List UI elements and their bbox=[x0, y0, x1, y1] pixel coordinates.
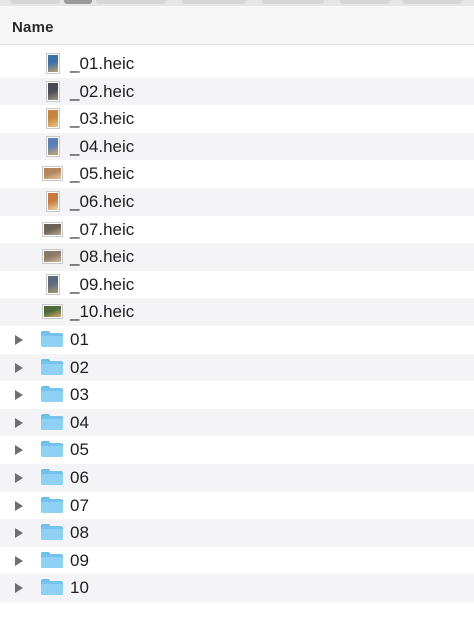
folder-row[interactable]: 05 bbox=[0, 436, 474, 464]
folder-row[interactable]: 03 bbox=[0, 381, 474, 409]
file-row[interactable]: _09.heic bbox=[0, 271, 474, 299]
folder-row[interactable]: 08 bbox=[0, 519, 474, 547]
folder-icon bbox=[41, 468, 63, 485]
folder-icon bbox=[41, 496, 63, 513]
thumbnail-image bbox=[48, 192, 58, 210]
image-thumbnail-icon bbox=[46, 53, 60, 74]
file-name: _06.heic bbox=[70, 191, 135, 211]
file-row[interactable]: _08.heic bbox=[0, 243, 474, 271]
folder-name: 05 bbox=[70, 440, 89, 460]
folder-icon bbox=[41, 386, 63, 403]
image-thumbnail-icon bbox=[42, 221, 63, 237]
folder-row[interactable]: 09 bbox=[0, 547, 474, 575]
disclosure-triangle-icon[interactable] bbox=[15, 445, 23, 456]
disclosure-triangle-icon[interactable] bbox=[15, 583, 23, 594]
image-thumbnail-icon bbox=[42, 166, 63, 182]
image-thumbnail-icon bbox=[46, 80, 60, 102]
folder-icon bbox=[41, 330, 63, 347]
image-thumbnail-icon bbox=[46, 190, 60, 212]
file-row[interactable]: _06.heic bbox=[0, 187, 474, 216]
name-column-header[interactable]: Name bbox=[12, 19, 54, 36]
toolbar-button[interactable] bbox=[10, 0, 60, 4]
file-row[interactable]: _04.heic bbox=[0, 132, 474, 161]
empty-row bbox=[0, 602, 474, 629]
folder-row[interactable]: 02 bbox=[0, 353, 474, 382]
folder-name: 04 bbox=[70, 412, 89, 432]
folder-icon bbox=[41, 524, 63, 541]
disclosure-triangle-icon[interactable] bbox=[15, 362, 23, 373]
file-name: _05.heic bbox=[70, 164, 135, 184]
folder-icon bbox=[41, 441, 63, 458]
thumbnail-image bbox=[44, 168, 61, 180]
file-row[interactable]: _10.heic bbox=[0, 298, 474, 326]
folder-name: 10 bbox=[70, 578, 89, 598]
toolbar-button[interactable] bbox=[182, 0, 246, 4]
image-thumbnail-icon bbox=[42, 249, 63, 265]
folder-icon bbox=[41, 551, 63, 568]
folder-row[interactable]: 10 bbox=[0, 574, 474, 602]
disclosure-triangle-icon[interactable] bbox=[15, 334, 23, 345]
thumbnail-image bbox=[48, 82, 58, 100]
thumbnail-image bbox=[48, 55, 58, 72]
folder-icon bbox=[41, 579, 63, 596]
file-name: _01.heic bbox=[70, 54, 135, 73]
thumbnail-image bbox=[48, 137, 58, 155]
file-row[interactable]: _03.heic bbox=[0, 105, 474, 133]
folder-row[interactable]: 07 bbox=[0, 492, 474, 520]
folder-row[interactable]: 01 bbox=[0, 326, 474, 354]
toolbar-button[interactable] bbox=[402, 0, 462, 4]
folder-row[interactable]: 04 bbox=[0, 408, 474, 437]
file-name: _04.heic bbox=[70, 136, 135, 156]
toolbar-button[interactable] bbox=[340, 0, 390, 4]
file-name: _08.heic bbox=[70, 247, 135, 267]
disclosure-triangle-icon[interactable] bbox=[15, 500, 23, 511]
folder-name: 01 bbox=[70, 329, 89, 349]
folder-icon bbox=[41, 358, 63, 375]
folder-name: 06 bbox=[70, 467, 89, 487]
file-row[interactable]: _01.heic bbox=[0, 50, 474, 78]
toolbar-button-active[interactable] bbox=[64, 0, 92, 4]
folder-name: 07 bbox=[70, 495, 89, 515]
thumbnail-image bbox=[48, 275, 58, 293]
toolbar-button[interactable] bbox=[262, 0, 324, 4]
file-name: _10.heic bbox=[70, 302, 135, 322]
file-name: _03.heic bbox=[70, 109, 135, 129]
file-name: _02.heic bbox=[70, 81, 135, 101]
thumbnail-image bbox=[44, 223, 61, 235]
disclosure-triangle-icon[interactable] bbox=[15, 472, 23, 483]
folder-name: 02 bbox=[70, 357, 89, 377]
folder-row[interactable]: 06 bbox=[0, 463, 474, 492]
thumbnail-image bbox=[48, 110, 58, 128]
folder-icon bbox=[41, 413, 63, 430]
disclosure-triangle-icon[interactable] bbox=[15, 390, 23, 401]
image-thumbnail-icon bbox=[46, 273, 60, 295]
disclosure-triangle-icon[interactable] bbox=[15, 528, 23, 539]
file-row[interactable]: _07.heic bbox=[0, 216, 474, 244]
image-thumbnail-icon bbox=[46, 108, 60, 130]
thumbnail-image bbox=[44, 306, 61, 318]
image-thumbnail-icon bbox=[46, 135, 60, 157]
folder-name: 09 bbox=[70, 550, 89, 570]
folder-name: 08 bbox=[70, 523, 89, 543]
folder-name: 03 bbox=[70, 385, 89, 405]
toolbar-button[interactable] bbox=[96, 0, 166, 4]
file-row[interactable]: _05.heic bbox=[0, 160, 474, 188]
disclosure-triangle-icon[interactable] bbox=[15, 555, 23, 566]
file-name: _07.heic bbox=[70, 219, 135, 239]
disclosure-triangle-icon[interactable] bbox=[15, 417, 23, 428]
thumbnail-image bbox=[44, 251, 61, 263]
file-row[interactable]: _02.heic bbox=[0, 77, 474, 106]
file-name: _09.heic bbox=[70, 274, 135, 294]
list-header: Name bbox=[0, 6, 474, 45]
file-list: _01.heic _02.heic _03.heic _04.heic _05.heic… bbox=[0, 50, 474, 629]
image-thumbnail-icon bbox=[42, 304, 63, 320]
